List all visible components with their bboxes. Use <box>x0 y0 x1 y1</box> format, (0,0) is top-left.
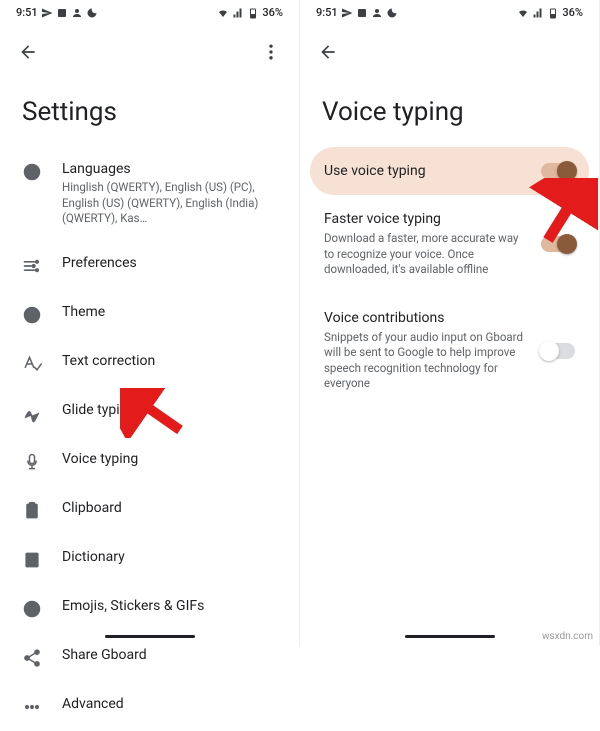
nav-indicator <box>405 635 495 638</box>
status-left: 9:51 <box>16 6 98 19</box>
status-left: 9:51 <box>316 6 398 19</box>
settings-item-label: Dictionary <box>62 549 277 565</box>
toggle-faster-voice-typing[interactable] <box>541 236 575 252</box>
vt-item-label: Faster voice typing <box>324 211 529 227</box>
wifi-icon <box>517 7 529 19</box>
clipboard-icon <box>22 501 42 521</box>
more-horiz-icon <box>22 697 42 717</box>
vt-item-label: Voice contributions <box>324 310 529 326</box>
settings-item-label: Clipboard <box>62 500 277 516</box>
vt-item-use-voice-typing[interactable]: Use voice typing <box>310 147 589 195</box>
toggle-knob <box>539 341 559 361</box>
settings-item-emoji[interactable]: Emojis, Stickers & GIFs <box>6 584 293 633</box>
vt-item-faster-voice-typing[interactable]: Faster voice typing Download a faster, m… <box>310 195 589 294</box>
settings-item-voice-typing[interactable]: Voice typing <box>6 437 293 486</box>
status-time: 9:51 <box>316 6 338 19</box>
status-bar: 9:51 36% <box>300 0 599 23</box>
spellcheck-icon <box>22 354 42 374</box>
settings-item-share-gboard[interactable]: Share Gboard <box>6 633 293 682</box>
status-bar: 9:51 36% <box>0 0 299 23</box>
moon-icon <box>386 7 398 19</box>
signal-icon <box>232 7 244 19</box>
vt-item-sub: Download a faster, more accurate way to … <box>324 231 529 278</box>
share-icon <box>22 648 42 668</box>
settings-item-languages[interactable]: Languages Hinglish (QWERTY), English (US… <box>6 147 293 241</box>
settings-item-label: Theme <box>62 304 277 320</box>
toggle-use-voice-typing[interactable] <box>541 163 575 179</box>
settings-item-label: Languages <box>62 161 277 177</box>
phone-right: 9:51 36% Voice typing Use voice typing <box>300 0 600 646</box>
gesture-icon <box>22 403 42 423</box>
status-right: 36% <box>517 6 583 19</box>
back-button[interactable] <box>314 38 342 66</box>
smiley-icon <box>22 599 42 619</box>
toggle-knob <box>557 161 577 181</box>
palette-icon <box>22 305 42 325</box>
status-battery: 36% <box>562 6 583 19</box>
vt-item-label: Use voice typing <box>324 163 529 179</box>
book-icon <box>22 550 42 570</box>
battery-icon <box>547 7 559 19</box>
settings-item-preferences[interactable]: Preferences <box>6 241 293 290</box>
settings-item-label: Preferences <box>62 255 277 271</box>
globe-icon <box>22 162 42 182</box>
app-bar <box>300 23 599 75</box>
settings-item-label: Voice typing <box>62 451 277 467</box>
mic-icon <box>22 452 42 472</box>
settings-item-glide-typing[interactable]: Glide typing <box>6 388 293 437</box>
app-icon <box>356 7 368 19</box>
settings-item-label: Share Gboard <box>62 647 277 663</box>
settings-item-text-correction[interactable]: Text correction <box>6 339 293 388</box>
settings-item-theme[interactable]: Theme <box>6 290 293 339</box>
settings-item-label: Text correction <box>62 353 277 369</box>
telegram-icon <box>341 7 353 19</box>
page-title: Voice typing <box>300 75 599 147</box>
back-arrow-icon <box>318 42 338 62</box>
settings-item-clipboard[interactable]: Clipboard <box>6 486 293 535</box>
wifi-icon <box>217 7 229 19</box>
settings-item-advanced[interactable]: Advanced <box>6 682 293 731</box>
page-title: Settings <box>0 75 299 147</box>
person-icon <box>371 7 383 19</box>
tune-icon <box>22 256 42 276</box>
status-battery: 36% <box>262 6 283 19</box>
back-button[interactable] <box>14 38 42 66</box>
nav-indicator <box>105 635 195 638</box>
more-button[interactable] <box>257 38 285 66</box>
toggle-voice-contributions[interactable] <box>541 343 575 359</box>
app-bar <box>0 23 299 75</box>
settings-list: Languages Hinglish (QWERTY), English (US… <box>0 147 299 731</box>
status-right: 36% <box>217 6 283 19</box>
voice-typing-list: Use voice typing Faster voice typing Dow… <box>300 147 599 408</box>
settings-item-label: Emojis, Stickers & GIFs <box>62 598 277 614</box>
battery-icon <box>247 7 259 19</box>
watermark: wsxdn.com <box>542 631 593 642</box>
vt-item-voice-contributions[interactable]: Voice contributions Snippets of your aud… <box>310 294 589 408</box>
telegram-icon <box>41 7 53 19</box>
moon-icon <box>86 7 98 19</box>
signal-icon <box>532 7 544 19</box>
more-vert-icon <box>261 42 281 62</box>
settings-item-label: Glide typing <box>62 402 277 418</box>
status-time: 9:51 <box>16 6 38 19</box>
settings-item-label: Advanced <box>62 696 277 712</box>
person-icon <box>71 7 83 19</box>
phone-left: 9:51 36% Settings Languages Hinglish (QW… <box>0 0 300 646</box>
toggle-knob <box>557 234 577 254</box>
settings-item-sub: Hinglish (QWERTY), English (US) (PC), En… <box>62 180 277 227</box>
app-icon <box>56 7 68 19</box>
back-arrow-icon <box>18 42 38 62</box>
settings-item-dictionary[interactable]: Dictionary <box>6 535 293 584</box>
vt-item-sub: Snippets of your audio input on Gboard w… <box>324 330 529 392</box>
